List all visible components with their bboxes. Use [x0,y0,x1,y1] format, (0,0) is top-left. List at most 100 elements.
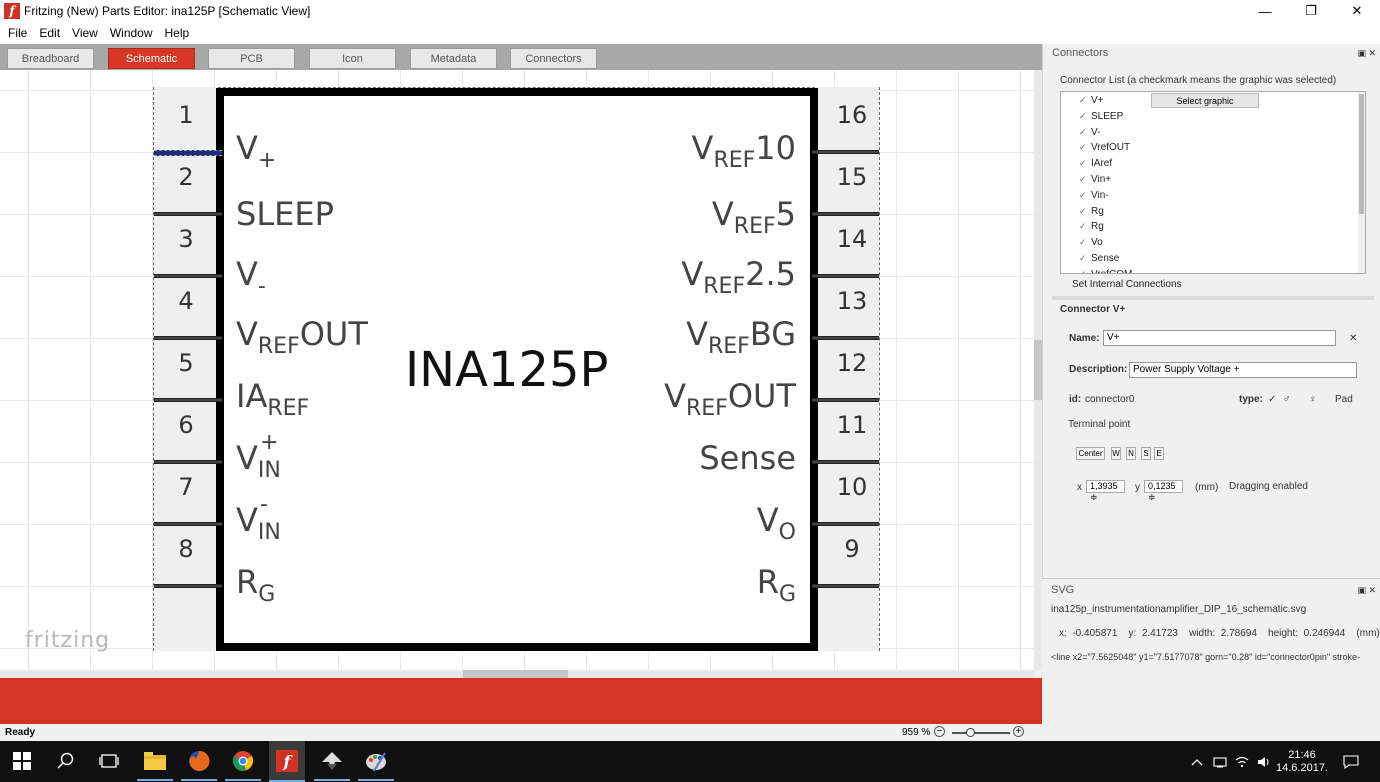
file-explorer-icon[interactable] [143,749,167,773]
canvas-horizontal-scrollbar[interactable] [0,670,1034,678]
connector-list-item[interactable]: ✓ SLEEP [1079,109,1123,124]
connector-list-item[interactable]: ✓ Sense [1079,251,1119,266]
zoom-slider-knob[interactable] [966,728,975,737]
search-icon[interactable] [54,749,78,773]
close-button[interactable]: ✕ [1334,0,1380,22]
connector-list-item[interactable]: ✓ Rg [1079,219,1104,234]
x-spinbox[interactable]: 1,3935 ≑ [1086,480,1125,502]
set-internal-connections-checkbox[interactable]: Set Internal Connections [1072,279,1182,290]
pin-left[interactable] [154,336,222,340]
description-field[interactable]: Power Supply Voltage + [1129,362,1357,378]
select-graphic-button[interactable]: Select graphic [1151,93,1259,108]
pin-label: VREF5 [712,198,796,238]
pin-label-main: V [236,439,258,477]
connector-list-item[interactable]: ✓ V- [1079,125,1100,140]
pin-right[interactable] [812,150,879,154]
tab-metadata[interactable]: Metadata [410,48,497,69]
menu-view[interactable]: View [66,26,104,40]
terminal-w-button[interactable]: W [1111,447,1121,460]
chrome-icon[interactable] [231,749,255,773]
menu-edit[interactable]: Edit [33,26,66,40]
menu-help[interactable]: Help [159,26,196,40]
paint-icon[interactable] [364,749,388,773]
pin-label-main: SLEEP [236,195,334,233]
pin-label-sub: REF [257,334,300,359]
wifi-icon[interactable] [1234,741,1250,782]
pin-right[interactable] [812,274,879,278]
type-pad-radio[interactable]: Pad [1335,394,1353,405]
pin-left[interactable] [154,150,222,156]
connector-list-item[interactable]: ✓ Rg [1079,204,1104,219]
windows-start-icon[interactable] [10,749,34,773]
terminal-n-button[interactable]: N [1126,447,1136,460]
connector-list-item[interactable]: ✓ VrefCOM [1079,267,1132,273]
canvas-vertical-scrollbar[interactable] [1034,70,1042,670]
terminal-center-button[interactable]: Center [1076,447,1105,460]
menu-window[interactable]: Window [104,26,159,40]
svg-dock: SVG ▣ ✕ ina125p_instrumentationamplifier… [1042,578,1380,741]
pin-left[interactable] [154,398,222,402]
connector-list-item[interactable]: ✓ Vo [1079,235,1103,250]
pin-left[interactable] [154,274,222,278]
dock-float-close-icon[interactable]: ▣ ✕ [1357,48,1376,59]
notifications-icon[interactable] [1340,741,1362,782]
maximize-button[interactable]: ❐ [1288,0,1334,22]
svg-dock-float-close-icon[interactable]: ▣ ✕ [1357,585,1376,596]
terminal-e-button[interactable]: E [1154,447,1164,460]
pin-right[interactable] [812,460,879,464]
zoom-slider-track[interactable] [952,732,1010,734]
connector-list-item[interactable]: ✓ IAref [1079,156,1112,171]
y-spinbox[interactable]: 0,1235 ≑ [1144,480,1183,502]
tab-breadboard[interactable]: Breadboard [7,48,94,69]
terminal-s-button[interactable]: S [1141,447,1151,460]
pin-right[interactable] [812,584,879,588]
pin-right[interactable] [812,336,879,340]
tab-icon[interactable]: Icon [309,48,396,69]
clock[interactable]: 21:46 14.6.2017. [1276,741,1328,782]
hscroll-thumb[interactable] [463,670,568,678]
zoom-out-button[interactable]: − [934,726,945,737]
pin-left[interactable] [154,460,222,464]
type-male-radio[interactable]: ✓ [1268,394,1276,405]
clear-name-icon[interactable]: ✕ [1349,333,1357,344]
pin-right[interactable] [812,522,879,526]
task-view-icon[interactable] [97,749,121,773]
tab-connectors[interactable]: Connectors [510,48,597,69]
tray-chevron-up-icon[interactable] [1190,741,1204,782]
pin-number-right: 11 [836,411,868,439]
window-controls: — ❐ ✕ [1242,0,1380,22]
tab-schematic[interactable]: Schematic [108,48,195,69]
pin-label: V - IN [236,494,281,544]
connector-list-item[interactable]: ✓ VrefOUT [1079,140,1130,155]
pin-number-right: 16 [836,101,868,129]
connector-list-item[interactable]: ✓ Vin+ [1079,172,1111,187]
schematic-canvas[interactable]: INA125P 1 V+ 2 SLEEP 3 V- 4 VREFOUT 5 IAREF 6 V + IN 7… [0,70,1034,670]
name-field[interactable]: V+ [1103,330,1336,346]
pin-label-sub: O [778,520,796,545]
pin-left[interactable] [154,522,222,526]
connector-list[interactable]: ✓ V+ ✓ SLEEP ✓ V- ✓ VrefOUT ✓ IAref ✓ Vin+ ✓ Vin- ✓ Rg ✓… [1060,91,1366,274]
zoom-in-button[interactable]: + [1013,726,1024,737]
menu-file[interactable]: File [2,26,33,40]
list-scroll-thumb[interactable] [1359,94,1364,214]
type-female-icon[interactable]: ♀ [1309,394,1317,405]
connector-list-item[interactable]: ✓ V+ [1079,93,1104,108]
tab-pcb[interactable]: PCB [208,48,295,69]
list-scrollbar[interactable] [1358,92,1365,273]
pin-right[interactable] [812,212,879,216]
pin-right[interactable] [812,398,879,402]
type-male-icon[interactable]: ♂ [1283,394,1291,405]
x-label: x [1077,482,1082,493]
volume-icon[interactable] [1256,741,1272,782]
pin-left[interactable] [154,212,222,216]
units-label: (mm) [1195,482,1219,493]
pin-left[interactable] [154,584,222,588]
vscroll-thumb[interactable] [1034,340,1042,400]
firefox-icon[interactable] [187,749,211,773]
network-icon[interactable] [1212,741,1228,782]
inkscape-icon[interactable] [320,749,344,773]
fritzing-taskbar-icon[interactable]: f [275,749,299,773]
minimize-button[interactable]: — [1242,0,1288,22]
connector-list-item[interactable]: ✓ Vin- [1079,188,1109,203]
svg-element-text: <line x2="7.5625048" y1="7.5177078" gorn… [1051,652,1361,662]
